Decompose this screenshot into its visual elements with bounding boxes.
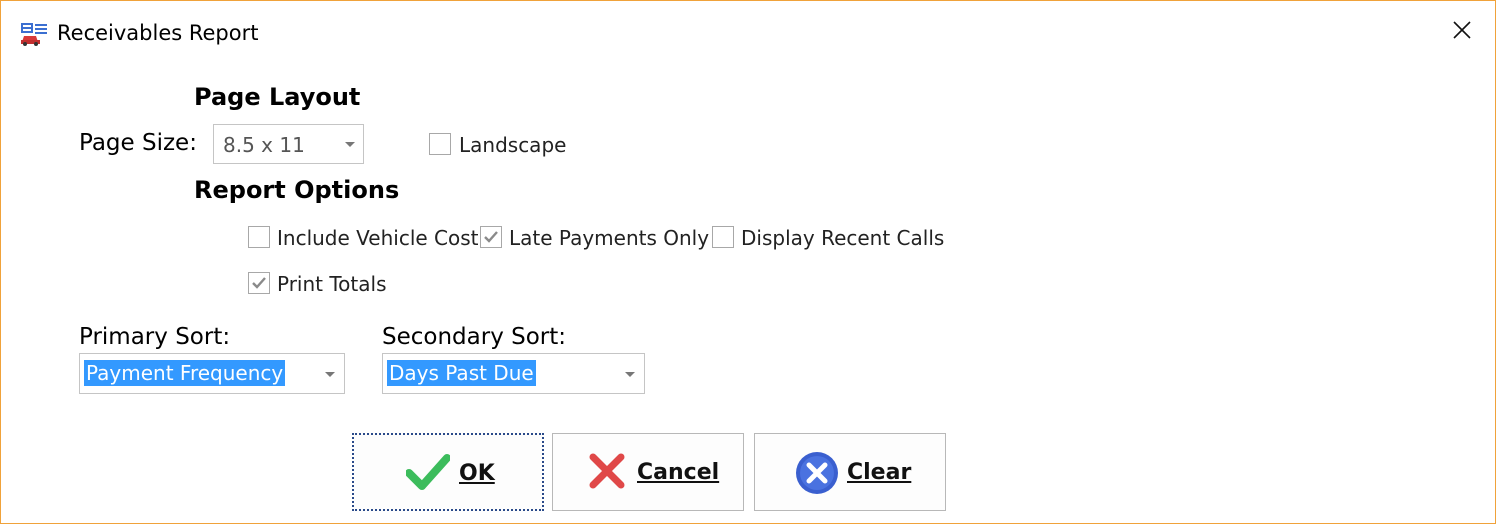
print-totals-checkbox[interactable] xyxy=(248,272,270,294)
page-layout-heading: Page Layout xyxy=(194,83,361,111)
cancel-button[interactable]: Cancel xyxy=(552,433,744,511)
display-recent-calls-checkbox[interactable] xyxy=(712,226,734,248)
page-size-label: Page Size: xyxy=(79,130,197,156)
clear-label: Clear xyxy=(847,460,912,485)
close-icon xyxy=(1452,20,1472,44)
page-size-dropdown[interactable]: 8.5 x 11 xyxy=(213,124,364,164)
primary-sort-label: Primary Sort: xyxy=(79,324,231,350)
report-options-heading: Report Options xyxy=(194,176,400,204)
late-payments-only-checkbox[interactable] xyxy=(480,226,502,248)
cancel-label: Cancel xyxy=(637,460,720,485)
page-size-value: 8.5 x 11 xyxy=(223,133,305,157)
secondary-sort-dropdown[interactable]: Days Past Due xyxy=(382,353,645,394)
checkmark-icon xyxy=(484,231,498,243)
primary-sort-dropdown[interactable]: Payment Frequency xyxy=(79,353,345,394)
checkmark-icon xyxy=(252,277,266,289)
report-car-icon xyxy=(20,22,48,46)
include-vehicle-cost-label: Include Vehicle Cost xyxy=(277,226,479,250)
x-icon xyxy=(588,452,626,494)
title-bar: Receivables Report xyxy=(1,1,1495,65)
circle-x-icon xyxy=(794,450,840,500)
window-title: Receivables Report xyxy=(57,21,259,45)
clear-button[interactable]: Clear xyxy=(754,433,946,511)
display-recent-calls-label: Display Recent Calls xyxy=(741,226,945,250)
close-button[interactable] xyxy=(1439,9,1485,55)
landscape-label: Landscape xyxy=(459,133,567,157)
ok-button[interactable]: OK xyxy=(352,433,544,511)
include-vehicle-cost-checkbox[interactable] xyxy=(248,226,270,248)
receivables-report-dialog: Receivables Report Page Layout Page Size… xyxy=(0,0,1496,524)
late-payments-only-label: Late Payments Only xyxy=(509,226,710,250)
chevron-down-icon xyxy=(345,142,355,147)
landscape-checkbox[interactable] xyxy=(429,133,451,155)
primary-sort-value: Payment Frequency xyxy=(84,360,286,386)
ok-label: OK xyxy=(459,461,495,486)
secondary-sort-label: Secondary Sort: xyxy=(382,324,567,350)
print-totals-label: Print Totals xyxy=(277,272,387,296)
secondary-sort-value: Days Past Due xyxy=(387,360,536,386)
chevron-down-icon xyxy=(325,372,335,377)
checkmark-icon xyxy=(405,453,451,497)
chevron-down-icon xyxy=(625,372,635,377)
